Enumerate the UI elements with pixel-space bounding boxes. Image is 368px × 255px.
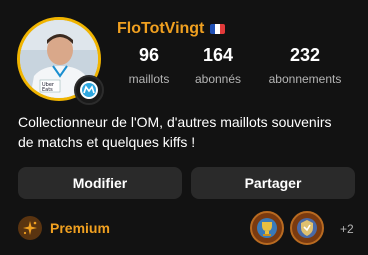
france-flag-icon [210,24,226,34]
stat-maillots[interactable]: 96 maillots [121,44,177,86]
stat-label: abonnés [194,72,242,86]
stat-abonnements[interactable]: 232 abonnements [262,44,348,86]
sparkle-icon [18,216,42,240]
share-profile-button[interactable]: Partager [191,167,355,199]
stat-label: maillots [128,72,170,86]
profile-avatar[interactable]: Uber Eats [17,17,104,105]
edit-profile-button[interactable]: Modifier [18,167,182,199]
stat-value: 96 [138,45,160,65]
profile-bio: Collectionneur de l'OM, d'autres maillot… [18,114,332,150]
stat-value: 164 [202,45,234,65]
om-club-crest-icon [74,75,104,105]
trophy-badge-icon[interactable] [250,211,284,245]
premium-label: Premium [50,220,110,236]
username: FloTotVingt [117,20,205,37]
achievement-badges[interactable] [250,211,324,245]
premium-link[interactable]: Premium [18,216,110,240]
extra-badges-count[interactable]: +2 [340,222,354,236]
stat-label: abonnements [268,72,342,86]
stat-value: 232 [289,45,321,65]
svg-text:Eats: Eats [42,87,53,93]
shield-badge-icon[interactable] [290,211,324,245]
username-row: FloTotVingt [117,20,226,38]
stat-abonnes[interactable]: 164 abonnés [188,44,248,86]
